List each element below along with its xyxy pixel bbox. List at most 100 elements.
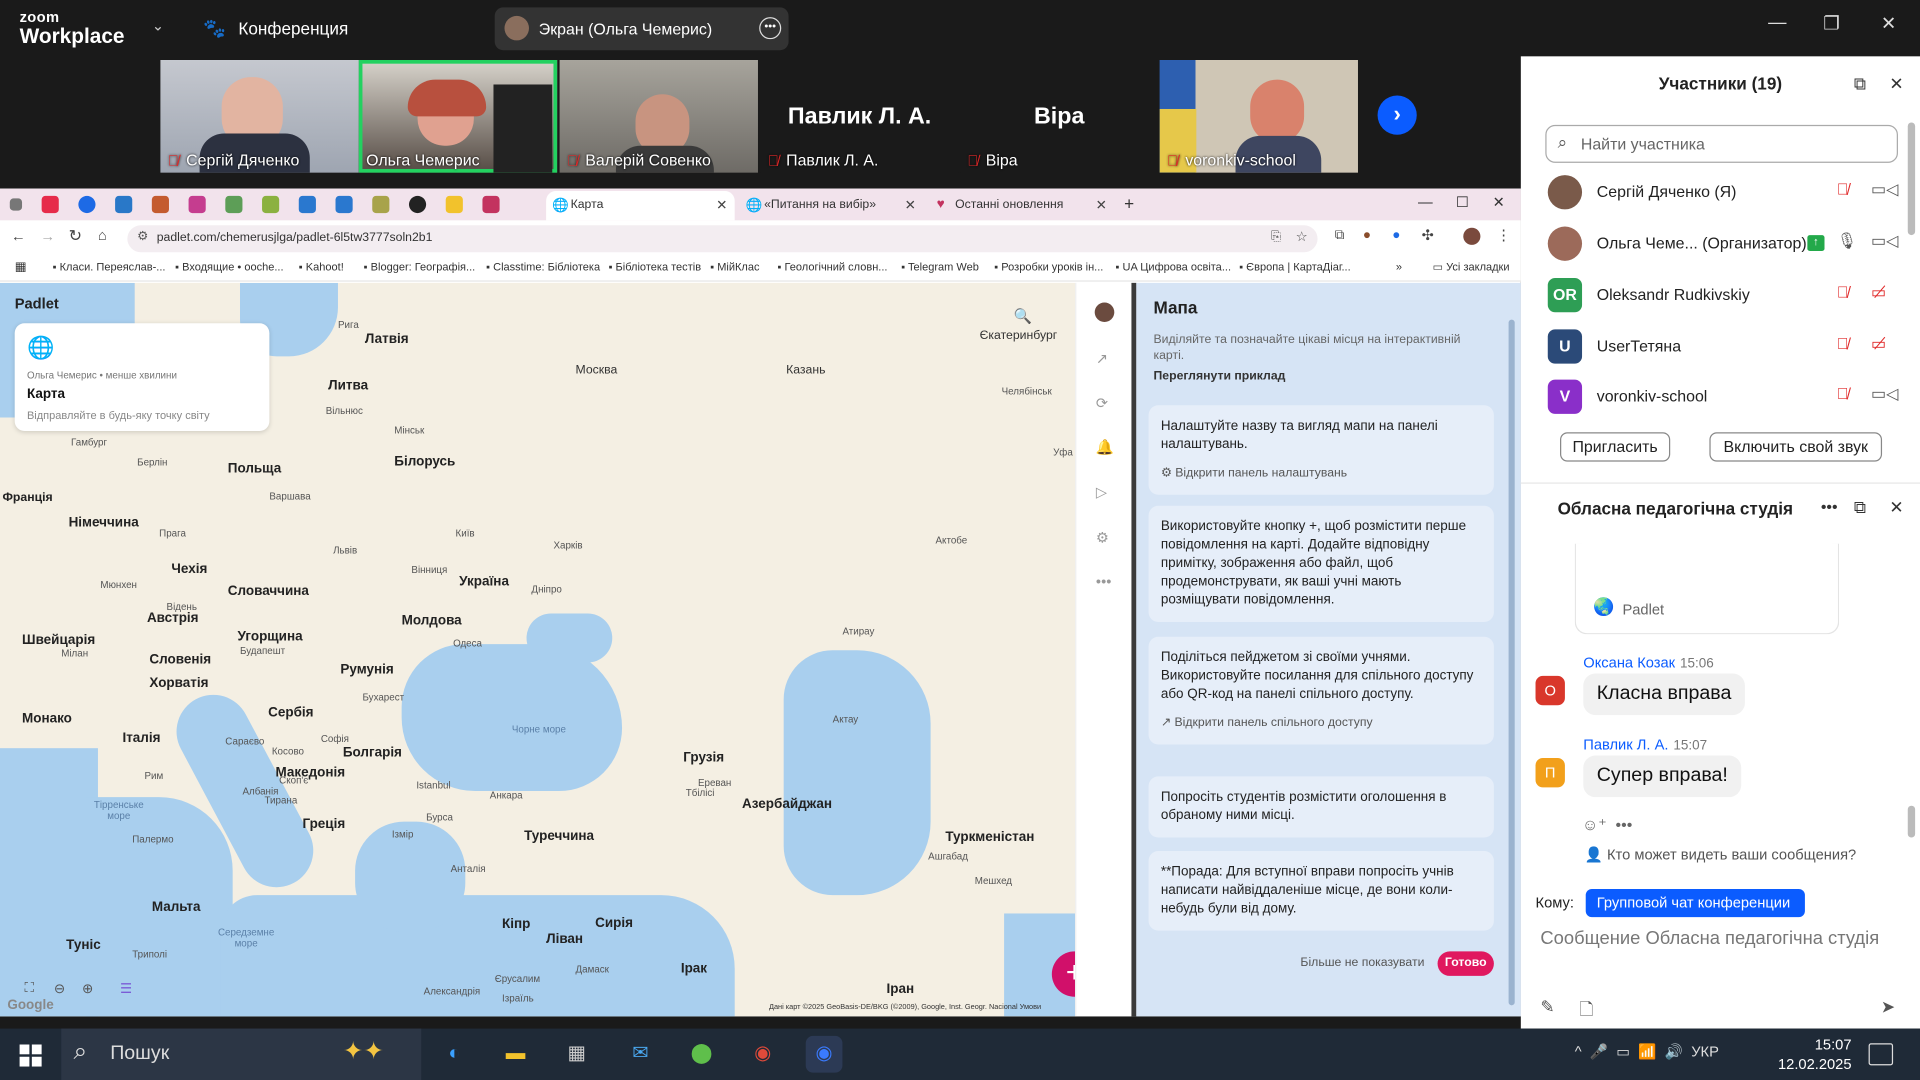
- bell-icon[interactable]: 🔔: [1096, 438, 1114, 455]
- zoom-in-icon[interactable]: ⊕: [82, 981, 93, 997]
- minimize-icon[interactable]: —: [1418, 193, 1433, 210]
- extension-icon[interactable]: ●: [1392, 228, 1400, 243]
- extension-icon[interactable]: ●: [1363, 228, 1371, 243]
- close-tab-icon[interactable]: ✕: [905, 197, 916, 213]
- add-reaction-icon[interactable]: ☺⁺ •••: [1582, 816, 1632, 836]
- video-tile-active[interactable]: Ольга Чемерис: [358, 60, 558, 173]
- mail-icon[interactable]: ✉: [622, 1036, 659, 1073]
- scrollbar[interactable]: [1907, 122, 1916, 236]
- participant-search-input[interactable]: ⌕ Найти участника: [1545, 124, 1898, 163]
- install-icon[interactable]: ⎘: [1271, 230, 1281, 243]
- format-icon[interactable]: ✎: [1540, 997, 1554, 1018]
- maximize-icon[interactable]: ☐: [1456, 193, 1469, 210]
- pinned-tab-icon[interactable]: [151, 195, 169, 214]
- mic-off-icon[interactable]: 🎙̸: [1837, 180, 1849, 198]
- restore-icon[interactable]: ❐: [1823, 12, 1839, 34]
- pinned-tab-icon[interactable]: [482, 195, 500, 214]
- star-icon[interactable]: ☆: [1296, 229, 1308, 245]
- video-tile[interactable]: 🎙̸ voronkiv-school: [1159, 60, 1358, 173]
- bookmark-item[interactable]: ▪ Blogger: Географія...: [364, 261, 476, 273]
- settings-icon[interactable]: ⚙: [1096, 529, 1109, 546]
- store-icon[interactable]: ▦: [558, 1036, 595, 1073]
- bookmark-item[interactable]: ▪ Kahoot!: [299, 261, 344, 273]
- close-tab-icon[interactable]: ✕: [1096, 197, 1107, 213]
- home-icon[interactable]: ⌂: [98, 227, 107, 244]
- participant-row[interactable]: OR Oleksandr Rudkivskiy 🎙̸ ▭̸: [1547, 274, 1903, 316]
- bookmark-item[interactable]: ▪ Розробки уроків ін...: [994, 261, 1103, 273]
- open-share-link[interactable]: ↗ Відкрити панель спільного доступу: [1161, 714, 1482, 732]
- pinned-tab-icon[interactable]: [41, 195, 59, 214]
- unmute-button[interactable]: Включить свой звук: [1709, 432, 1883, 462]
- video-tile[interactable]: Павлик Л. А. 🎙̸ Павлик Л. А.: [760, 60, 959, 173]
- open-settings-link[interactable]: ⚙ Відкрити панель налаштувань: [1161, 464, 1482, 482]
- screen-share-indicator[interactable]: Экран (Ольга Чемерис) •••: [494, 7, 789, 51]
- bookmark-item[interactable]: ▪ МійКлас: [710, 261, 759, 273]
- view-example-link[interactable]: Переглянути приклад: [1153, 370, 1285, 383]
- clock[interactable]: 15:07 12.02.2025: [1778, 1035, 1852, 1074]
- map-attribution[interactable]: Дані карт ©2025 GeoBasis-DE/BKG (©2009),…: [769, 1004, 1041, 1011]
- more-icon[interactable]: •••: [1821, 497, 1838, 515]
- forward-icon[interactable]: →: [40, 228, 55, 245]
- taskbar-search[interactable]: ⌕ Пошук ✦✦: [61, 1028, 422, 1080]
- tab-updates[interactable]: ♥ Останні оновлення ✕: [931, 191, 1115, 220]
- close-icon[interactable]: ✕: [1881, 12, 1896, 34]
- pinned-tab-icon[interactable]: [408, 195, 427, 214]
- pinned-tab-icon[interactable]: [445, 195, 463, 214]
- camera-off-icon[interactable]: ▭̸: [1871, 334, 1886, 354]
- url-field[interactable]: ⚙ padlet.com/chemerusjlga/padlet-6l5tw37…: [127, 225, 1318, 253]
- reload-icon[interactable]: ↻: [69, 227, 82, 247]
- zoom-app-icon[interactable]: ◉: [805, 1035, 843, 1073]
- link-preview-card[interactable]: 🌏 Padlet: [1574, 543, 1840, 635]
- tab-list-icon[interactable]: [9, 198, 23, 211]
- bookmark-item[interactable]: ▪ Європа | КартаДіаг...: [1239, 261, 1351, 273]
- slideshow-icon[interactable]: ▷: [1096, 484, 1107, 501]
- bookmark-item[interactable]: ▪ Classtime: Бібліотека: [486, 261, 600, 273]
- bookmark-item[interactable]: ▪ Класи. Переяслав-...: [53, 261, 166, 273]
- popout-icon[interactable]: ⧉: [1854, 73, 1866, 94]
- next-page-button[interactable]: ›: [1377, 95, 1417, 135]
- profile-avatar[interactable]: [1463, 227, 1481, 245]
- camera-icon[interactable]: ▭◁: [1871, 231, 1898, 251]
- pinned-tab-icon[interactable]: [115, 195, 133, 214]
- remake-icon[interactable]: ⟳: [1096, 394, 1108, 411]
- pinned-tab-icon[interactable]: [78, 195, 96, 214]
- notifications-icon[interactable]: [1868, 1043, 1894, 1066]
- video-tile[interactable]: 🎙̸ Валерій Совенко: [559, 60, 758, 173]
- done-button[interactable]: Готово: [1437, 951, 1494, 976]
- conference-menu[interactable]: 🐾 Конференция: [203, 17, 348, 39]
- participant-row[interactable]: Ольга Чеме... (Организатор) ↑ 🎙 ▭◁: [1547, 223, 1903, 265]
- pinned-tab-icon[interactable]: [188, 195, 206, 214]
- avatar[interactable]: [1094, 302, 1115, 323]
- mic-off-icon[interactable]: 🎙̸: [1837, 283, 1849, 301]
- puzzle-icon[interactable]: ✣: [1422, 227, 1434, 244]
- bookmark-item[interactable]: ▪ Telegram Web: [901, 261, 979, 273]
- pinned-tab-icon[interactable]: [335, 195, 353, 214]
- close-tab-icon[interactable]: ✕: [716, 197, 727, 213]
- participant-row[interactable]: V voronkiv-school 🎙̸ ▭◁: [1547, 376, 1903, 418]
- menu-icon[interactable]: ⋮: [1496, 227, 1511, 244]
- more-options-icon[interactable]: •••: [759, 17, 782, 40]
- all-bookmarks[interactable]: ▭ Усі закладки: [1433, 261, 1510, 274]
- minimize-icon[interactable]: —: [1768, 12, 1786, 33]
- video-tile[interactable]: Віра 🎙̸ Віра: [960, 60, 1159, 173]
- torrent-icon[interactable]: ⬤: [683, 1036, 720, 1073]
- chevron-down-icon[interactable]: ⌄: [152, 17, 164, 34]
- scrollbar[interactable]: [1907, 805, 1916, 838]
- participant-row[interactable]: Сергій Дяченко (Я) 🎙̸ ▭◁: [1547, 171, 1903, 213]
- site-info-icon[interactable]: ⚙: [137, 230, 148, 243]
- scrollbar[interactable]: [1508, 319, 1515, 1006]
- invite-button[interactable]: Пригласить: [1560, 432, 1671, 462]
- tab-questions[interactable]: 🌐 «Питання на вибір» ✕: [740, 191, 924, 220]
- pinned-tab-icon[interactable]: [372, 195, 390, 214]
- zoom-out-icon[interactable]: ⊖: [54, 981, 65, 997]
- padlet-logo[interactable]: Padlet: [15, 295, 59, 312]
- fullscreen-icon[interactable]: ⛶: [24, 981, 33, 997]
- camera-off-icon[interactable]: ▭̸: [1871, 283, 1886, 303]
- search-icon[interactable]: 🔍: [1014, 307, 1032, 324]
- close-icon[interactable]: ✕: [1889, 497, 1903, 518]
- mic-off-icon[interactable]: 🎙̸: [1837, 334, 1849, 352]
- message-input[interactable]: Сообщение Обласна педагогічна студія: [1540, 928, 1879, 949]
- bookmark-item[interactable]: ▪ Входящие • ooche...: [175, 261, 283, 273]
- tab-map[interactable]: 🌐 Карта ✕: [546, 191, 735, 221]
- apps-icon[interactable]: ▦: [15, 261, 27, 274]
